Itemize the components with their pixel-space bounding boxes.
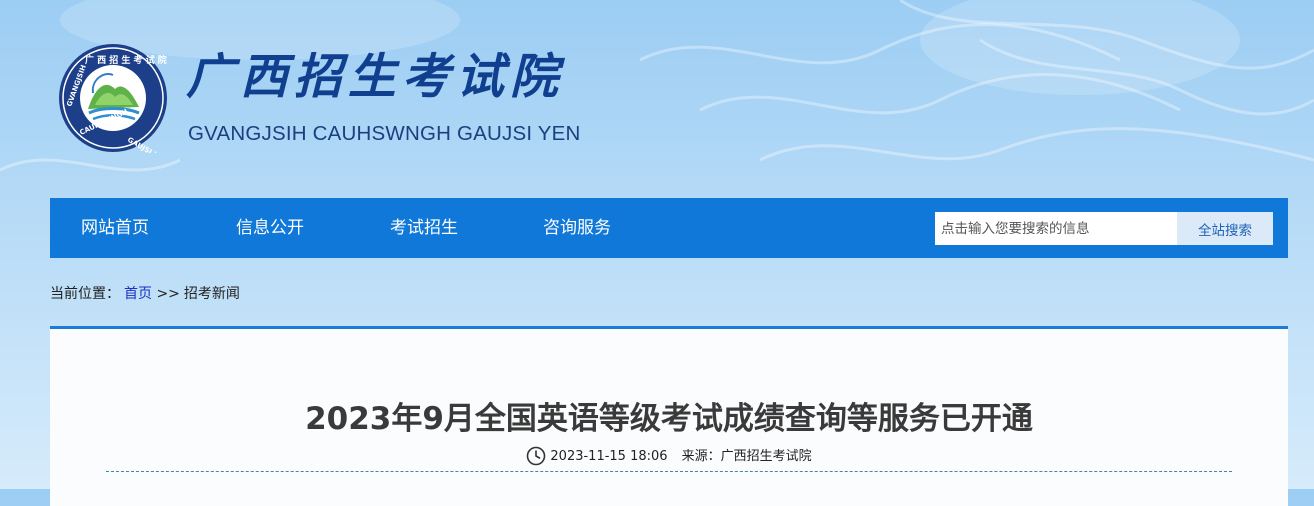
clock-icon	[527, 446, 546, 465]
article-source: 广西招生考试院	[720, 449, 812, 464]
site-search-input[interactable]	[935, 212, 1177, 245]
breadcrumb: 当前位置： 首页 >> 招考新闻	[50, 283, 244, 305]
article-source-label: 来源：	[681, 449, 721, 464]
article-meta: 2023-11-15 18:06 来源：广西招生考试院	[50, 446, 1288, 468]
article-datetime: 2023-11-15 18:06	[550, 449, 668, 464]
svg-text:广 西 招 生 考 试 院: 广 西 招 生 考 试 院	[85, 54, 167, 66]
nav-item-home[interactable]: 网站首页	[81, 198, 149, 258]
site-brand-chinese: 广西招生考试院	[186, 49, 565, 105]
nav-item-info-disclosure[interactable]: 信息公开	[236, 198, 304, 258]
main-nav-bar: 网站首页 信息公开 考试招生 咨询服务 全站搜索	[50, 198, 1288, 258]
title-divider	[106, 471, 1232, 472]
breadcrumb-current: 招考新闻	[183, 286, 240, 302]
breadcrumb-prefix: 当前位置：	[50, 286, 120, 302]
nav-item-consulting-service[interactable]: 咨询服务	[543, 198, 611, 258]
article-title: 2023年9月全国英语等级考试成绩查询等服务已开通	[305, 401, 1033, 437]
logo-emblem-icon: GVANGJSIH CAUHSWNGH GAUJSI YEN 广 西 招 生 考…	[59, 44, 169, 153]
site-brand-english: GVANGJSIH CAUHSWNGH GAUJSI YEN	[188, 122, 581, 145]
article-panel: 2023年9月全国英语等级考试成绩查询等服务已开通 2023-11-15 18:…	[50, 326, 1288, 506]
nav-item-exam-admission[interactable]: 考试招生	[390, 198, 458, 258]
site-search-button[interactable]: 全站搜索	[1177, 212, 1273, 245]
breadcrumb-separator: >>	[156, 286, 180, 302]
breadcrumb-home-link[interactable]: 首页	[124, 286, 152, 302]
